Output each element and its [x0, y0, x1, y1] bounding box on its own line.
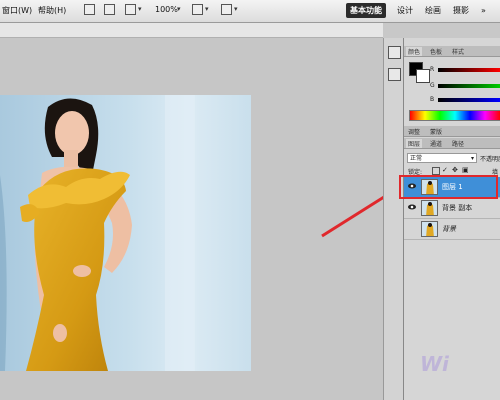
collapse-panels-icon[interactable] [388, 46, 401, 59]
workspace-photography-button[interactable]: 摄影 [449, 3, 473, 18]
blend-mode-select[interactable]: 正常 ▾ [407, 153, 477, 163]
lock-label: 锁定: [408, 169, 423, 176]
history-panel-icon[interactable] [388, 68, 401, 81]
tab-adjustments[interactable]: 调整 [406, 127, 422, 136]
layer-name[interactable]: 背景 副本 [442, 203, 472, 213]
red-slider[interactable]: R [430, 66, 500, 74]
lock-pixels-icon[interactable]: ✓ [442, 166, 448, 174]
zoom-level[interactable]: 100% [155, 5, 178, 14]
lock-row: 锁定: ✓ ✥ ▣ 填 [404, 166, 500, 176]
document-image[interactable] [0, 95, 251, 371]
layer-thumbnail [421, 179, 438, 195]
right-panels: 颜色 色板 样式 R G B 调整 蒙版 图层 通道 路径 正常 ▾ 不透明度 … [403, 38, 500, 400]
tab-masks[interactable]: 蒙版 [428, 127, 444, 136]
layer-row-background[interactable]: 背景 [404, 219, 500, 240]
layer-name[interactable]: 图层 1 [442, 182, 463, 192]
menu-bar: 窗口(W) 帮助(H) ▾ 100% ▾ ▾ ▾ 基本功能 设计 绘画 摄影 » [0, 0, 500, 23]
arrange-documents-icon[interactable] [192, 4, 203, 15]
lock-all-icon[interactable]: ▣ [462, 166, 469, 174]
blue-slider-track[interactable] [438, 98, 500, 102]
red-slider-track[interactable] [438, 68, 500, 72]
woman-in-yellow-dress-image [0, 95, 251, 371]
layer-row-layer1[interactable]: 图层 1 [404, 177, 500, 198]
workspace-more-button[interactable]: » [477, 3, 490, 18]
chevron-down-icon[interactable]: ▾ [234, 5, 238, 13]
layer-name[interactable]: 背景 [442, 224, 456, 234]
chevron-down-icon[interactable]: ▾ [177, 5, 181, 13]
layer-row-background-copy[interactable]: 背景 副本 [404, 198, 500, 219]
chevron-down-icon: ▾ [470, 155, 474, 162]
chevron-down-icon[interactable]: ▾ [205, 5, 209, 13]
lock-position-icon[interactable]: ✥ [452, 166, 458, 174]
menu-window[interactable]: 窗口(W) [2, 5, 32, 16]
bridge-icon[interactable] [84, 4, 95, 15]
panel-dock-strip [383, 38, 404, 400]
tab-paths[interactable]: 路径 [450, 139, 466, 148]
tab-color[interactable]: 颜色 [406, 47, 423, 56]
tab-swatches[interactable]: 色板 [428, 47, 444, 56]
eye-icon[interactable] [408, 203, 416, 211]
workspace-essentials-button[interactable]: 基本功能 [346, 3, 386, 18]
opacity-label: 不透明度 [480, 156, 500, 163]
workspace-design-button[interactable]: 设计 [393, 3, 417, 18]
green-slider-track[interactable] [438, 84, 500, 88]
fill-label: 填 [492, 169, 499, 176]
tab-channels[interactable]: 通道 [428, 139, 444, 148]
layer-thumbnail [421, 221, 438, 237]
watermark: Wi [420, 352, 449, 376]
background-color-swatch[interactable] [416, 69, 430, 83]
lock-transparent-icon[interactable] [432, 167, 440, 175]
color-panel-tabs: 颜色 色板 样式 [404, 46, 500, 57]
tab-layers[interactable]: 图层 [406, 139, 423, 148]
layer-thumbnail [421, 200, 438, 216]
blue-slider[interactable]: B [430, 96, 500, 104]
green-slider[interactable]: G [430, 82, 500, 90]
menu-help[interactable]: 帮助(H) [38, 5, 66, 16]
color-spectrum-bar[interactable] [409, 110, 500, 121]
screen-mode-icon[interactable] [221, 4, 232, 15]
options-bar: 图层 [0, 23, 383, 60]
eye-icon[interactable] [408, 182, 416, 190]
tab-styles[interactable]: 样式 [450, 47, 466, 56]
chevron-down-icon[interactable]: ▾ [138, 5, 142, 13]
adjustments-panel-tabs: 调整 蒙版 [404, 126, 500, 137]
workspace-painting-button[interactable]: 绘画 [421, 3, 445, 18]
layers-panel-tabs: 图层 通道 路径 [404, 138, 500, 149]
view-extras-icon[interactable] [125, 4, 136, 15]
minibridge-icon[interactable] [104, 4, 115, 15]
